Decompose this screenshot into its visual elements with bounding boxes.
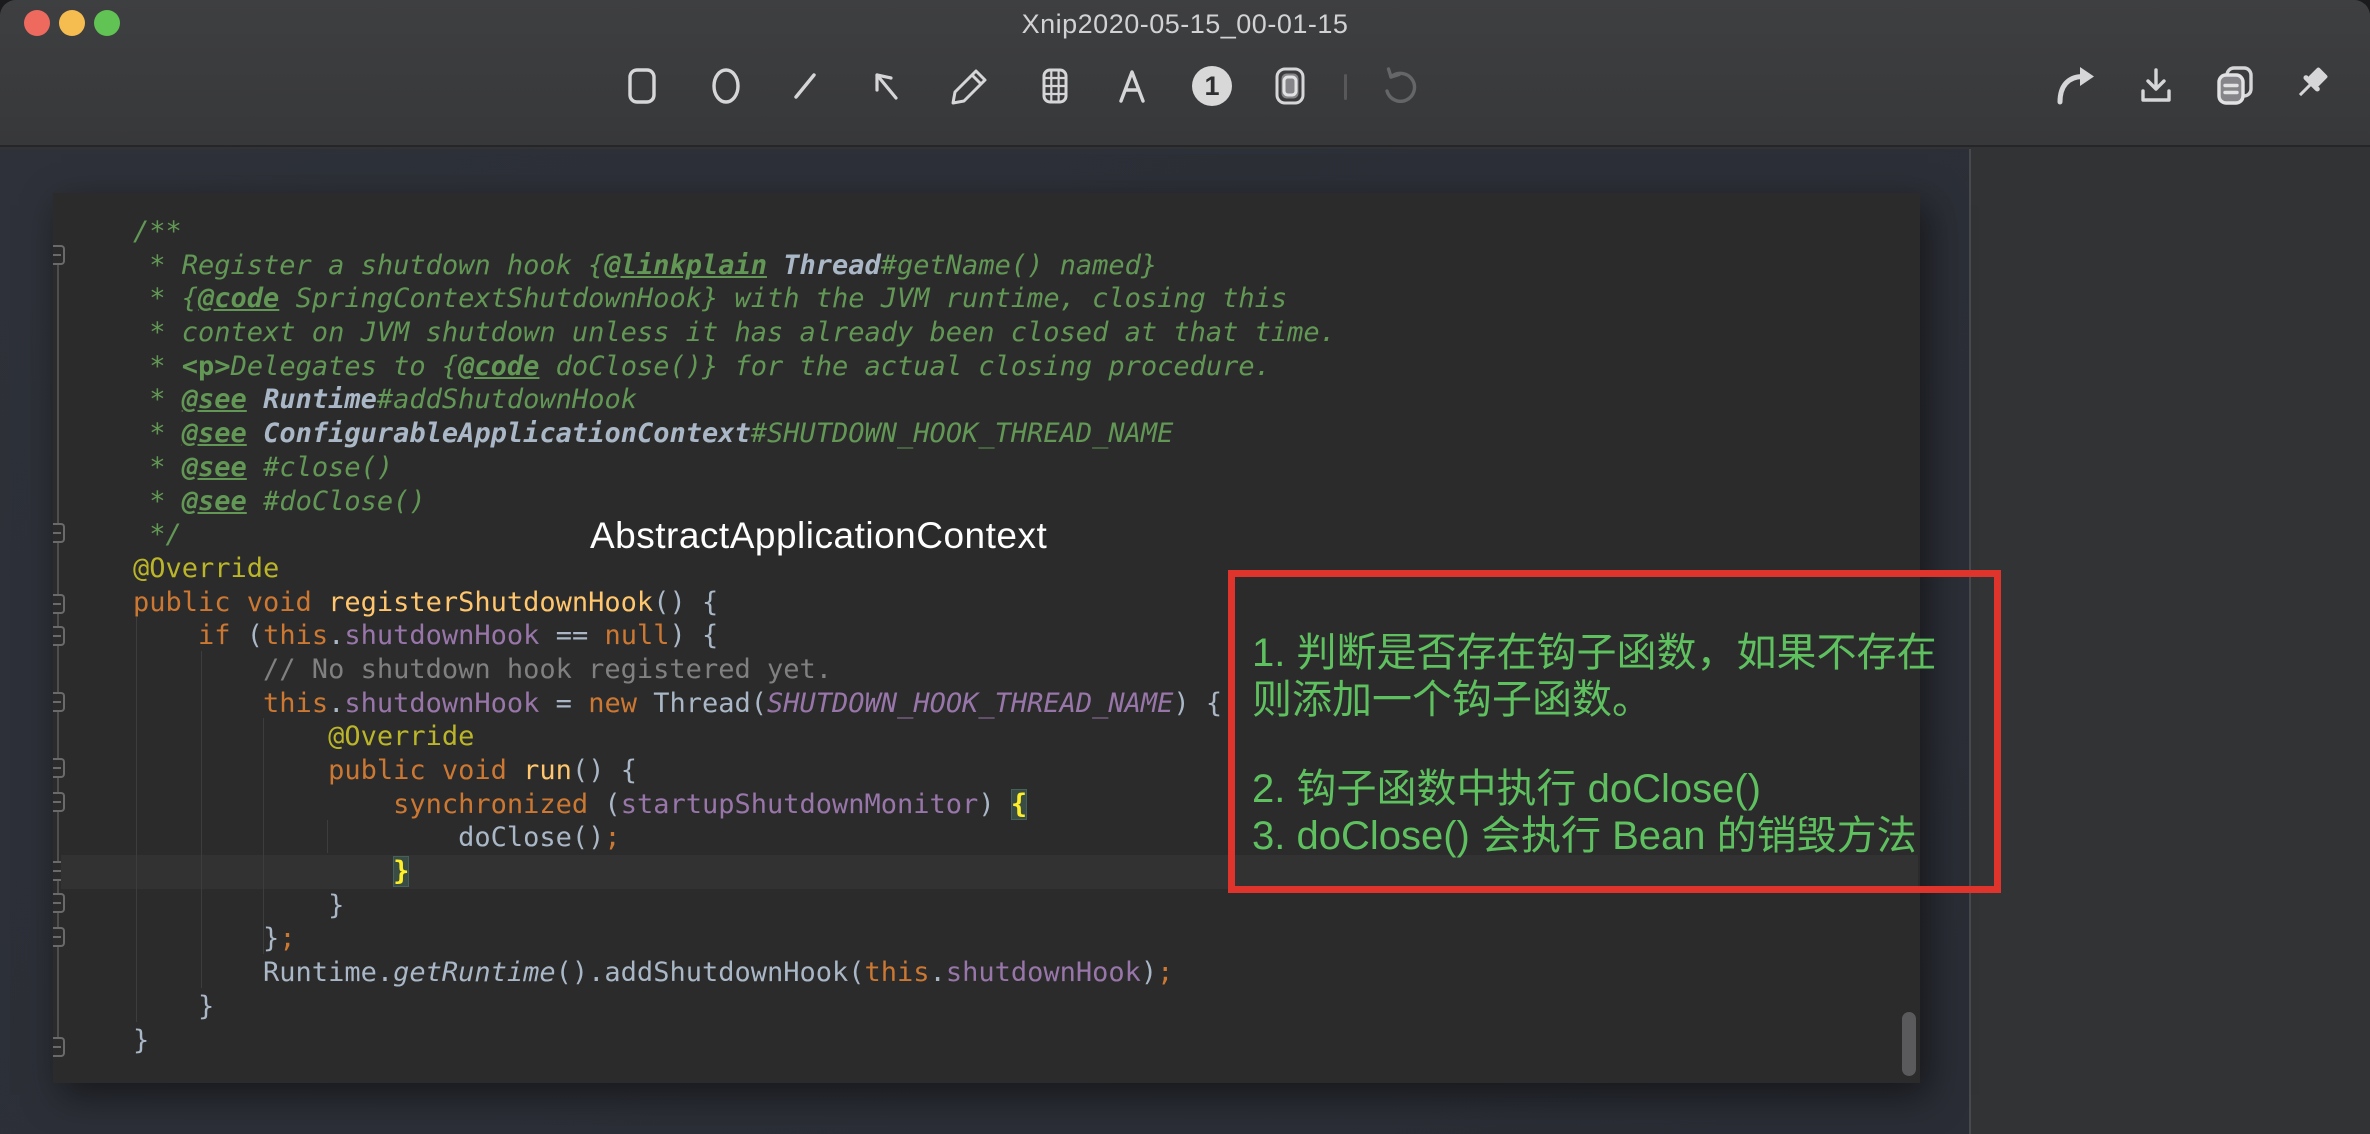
line-icon (783, 64, 827, 108)
code-line: * context on JVM shutdown unless it has … (61, 316, 1918, 350)
note-text-annotation[interactable]: 1. 判断是否存在钩子函数，如果不存在 则添加一个钩子函数。 2. 钩子函数中执… (1252, 630, 1972, 860)
mosaic-icon (1033, 64, 1077, 108)
arrow-icon (864, 64, 908, 108)
note-paragraph-2: 2. 钩子函数中执行 doClose() 3. doClose() 会执行 Be… (1252, 766, 1972, 860)
copy-icon (2211, 62, 2259, 110)
indent-guide (263, 718, 264, 954)
code-line: } (61, 889, 1918, 923)
pen-tool-button[interactable] (946, 60, 994, 112)
focus-tool-button[interactable] (1266, 60, 1314, 112)
rectangle-annotation[interactable]: 1. 判断是否存在钩子函数，如果不存在 则添加一个钩子函数。 2. 钩子函数中执… (1228, 570, 2001, 893)
code-line: * Register a shutdown hook {@linkplain T… (61, 249, 1918, 283)
code-line: } (61, 990, 1918, 1024)
code-line: * <p>Delegates to {@code doClose()} for … (61, 350, 1918, 384)
window-background-right (1971, 149, 2370, 1134)
line-tool-button[interactable] (781, 60, 829, 112)
code-line: Runtime.getRuntime().addShutdownHook(thi… (61, 956, 1918, 990)
note-paragraph-1: 1. 判断是否存在钩子函数，如果不存在 则添加一个钩子函数。 (1252, 630, 1972, 724)
code-line: * {@code SpringContextShutdownHook} with… (61, 282, 1918, 316)
code-line: * @see Runtime#addShutdownHook (61, 383, 1918, 417)
indent-guide (327, 820, 328, 853)
ellipse-tool-button[interactable] (702, 60, 750, 112)
pen-icon (948, 64, 992, 108)
arrow-tool-button[interactable] (862, 60, 910, 112)
xnip-window: Xnip2020-05-15_00-01-15 (0, 0, 2370, 1134)
ellipse-icon (704, 64, 748, 108)
window-header: Xnip2020-05-15_00-01-15 (0, 0, 2370, 147)
window-title: Xnip2020-05-15_00-01-15 (0, 9, 2370, 40)
code-line: * @see ConfigurableApplicationContext#SH… (61, 417, 1918, 451)
focus-icon (1268, 64, 1312, 108)
pin-icon (2289, 63, 2335, 109)
code-line: /** (61, 215, 1918, 249)
share-button[interactable] (2052, 60, 2100, 112)
text-annotation[interactable]: AbstractApplicationContext (590, 515, 1047, 557)
code-line: }; (61, 922, 1918, 956)
code-line: * @see #doClose() (61, 485, 1918, 519)
number-badge-tool-button[interactable]: 1 (1188, 60, 1236, 112)
indent-guide (201, 651, 202, 988)
pin-button[interactable] (2288, 60, 2336, 112)
copy-button[interactable] (2211, 60, 2259, 112)
download-icon (2133, 63, 2179, 109)
rectangle-tool-button[interactable] (618, 60, 666, 112)
undo-icon (1377, 63, 1423, 109)
code-line: } (61, 1024, 1918, 1058)
undo-button[interactable] (1376, 60, 1424, 112)
number-badge-icon: 1 (1192, 66, 1232, 106)
text-icon (1110, 64, 1154, 108)
toolbar-separator (1344, 74, 1347, 100)
save-button[interactable] (2132, 60, 2180, 112)
text-tool-button[interactable] (1108, 60, 1156, 112)
rectangle-icon (620, 64, 664, 108)
mosaic-tool-button[interactable] (1031, 60, 1079, 112)
code-line: * @see #close() (61, 451, 1918, 485)
indent-guide (136, 617, 137, 1022)
share-icon (2052, 62, 2100, 110)
editor-scrollbar-thumb (1902, 1012, 1916, 1076)
